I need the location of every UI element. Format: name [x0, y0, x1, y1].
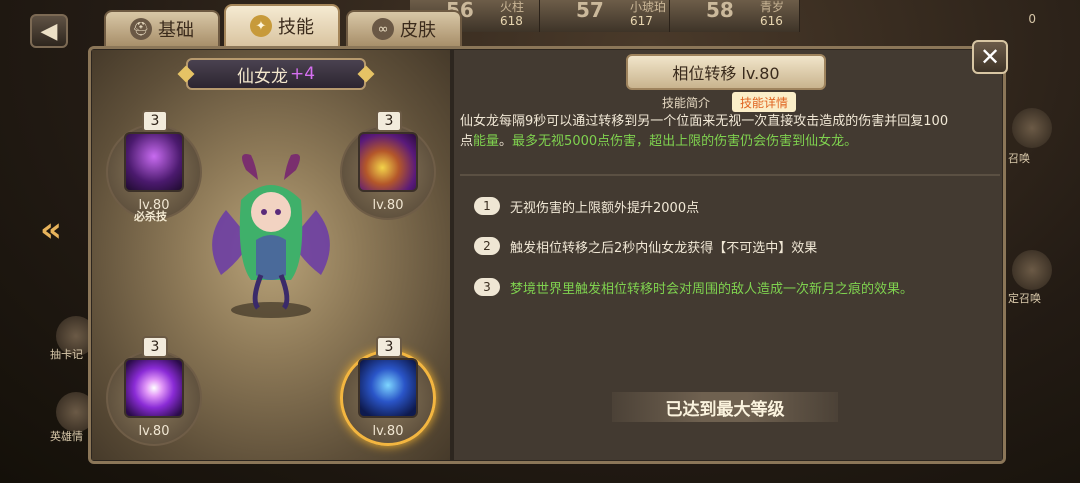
- rank-score: 616: [760, 14, 783, 28]
- close-button[interactable]: ✕: [972, 40, 1008, 74]
- upgrade-number: 3: [474, 278, 500, 296]
- purple-vine-icon: [124, 132, 184, 192]
- rank-score: 618: [500, 14, 523, 28]
- tab-label: 皮肤: [400, 20, 436, 41]
- max-level-label: 已达到最大等级: [612, 392, 838, 422]
- skill-star-icon: ✦: [250, 15, 272, 37]
- rank-number: 58: [706, 0, 734, 22]
- skill-slot[interactable]: 3 lv.80: [106, 110, 202, 220]
- rank-name: 火柱: [500, 0, 525, 14]
- hero-plus-level: +4: [289, 64, 316, 84]
- skill-title: 相位转移 lv.80: [626, 54, 826, 90]
- side-label: 定召唤: [1008, 292, 1041, 305]
- hero-figure: [212, 154, 330, 318]
- blue-spirit-icon: [358, 358, 418, 418]
- upgrade-text: 无视伤害的上限额外提升2000点: [510, 200, 700, 216]
- skill-level-badge: 3: [376, 336, 402, 358]
- description-line: 点能量。最多无视5000点伤害，超出上限的伤害仍会伤害到仙女龙。: [460, 134, 858, 149]
- tab-basic[interactable]: ⛑ 基础: [104, 10, 220, 48]
- rank-cell: 58 青岁 616: [670, 0, 800, 32]
- tab-skill[interactable]: ✦ 技能: [224, 4, 340, 48]
- skill-slot[interactable]: 3 lv.80: [106, 336, 202, 446]
- skin-mask-icon: ∞: [372, 18, 394, 40]
- purple-burst-icon: [124, 358, 184, 418]
- upgrade-text: 梦境世界里触发相位转移时会对周围的敌人造成一次新月之痕的效果。: [510, 281, 914, 297]
- upgrade-text: 触发相位转移之后2秒内仙女龙获得【不可选中】效果: [510, 240, 818, 256]
- skill-level: lv.80: [138, 424, 170, 439]
- cap-highlight: 最多无视5000点伤害，超出上限的伤害仍会伤害到仙女龙。: [512, 134, 858, 149]
- skill-level: lv.80: [138, 198, 170, 213]
- top-right-counter: 0: [1028, 12, 1036, 26]
- background-ranking-strip: 56 火柱 618 57 小琥珀 617 58 青岁 616: [410, 0, 930, 32]
- rank-cell: 57 小琥珀 617: [540, 0, 670, 32]
- upgrade-number: 1: [474, 197, 500, 215]
- side-label: 抽卡记: [50, 348, 83, 361]
- skill-slot[interactable]: 3 lv.80: [340, 110, 436, 220]
- skill-level-badge: 3: [142, 110, 168, 132]
- tab-skill-detail[interactable]: 技能详情: [732, 92, 797, 112]
- upgrade-number: 2: [474, 237, 500, 255]
- tab-label: 技能: [278, 17, 314, 38]
- hero-name-bar: 仙女龙 +4: [177, 58, 375, 90]
- golden-coins-icon: [358, 132, 418, 192]
- upgrade-item: 3 梦境世界里触发相位转移时会对周围的敌人造成一次新月之痕的效果。: [474, 277, 913, 297]
- fixed-summon-icon[interactable]: [1012, 250, 1052, 290]
- side-label: 召唤: [1008, 152, 1030, 165]
- skill-level-badge: 3: [142, 336, 168, 358]
- previous-hero-arrow-icon[interactable]: «: [40, 210, 62, 250]
- skill-level-badge: 3: [376, 110, 402, 132]
- back-button[interactable]: ◀: [30, 14, 68, 48]
- rank-score: 617: [630, 14, 653, 28]
- energy-keyword: 能量: [473, 134, 500, 149]
- summon-icon[interactable]: [1012, 108, 1052, 148]
- skill-slot-selected[interactable]: 3 lv.80: [340, 336, 436, 446]
- upgrade-item: 2 触发相位转移之后2秒内仙女龙获得【不可选中】效果: [474, 236, 817, 256]
- upgrade-item: 1 无视伤害的上限额外提升2000点: [474, 196, 699, 216]
- tab-label: 基础: [158, 20, 194, 41]
- rank-name: 青岁: [760, 0, 785, 14]
- rank-number: 57: [576, 0, 604, 22]
- tab-skill-intro[interactable]: 技能简介: [654, 92, 718, 112]
- side-label: 英雄情: [50, 430, 83, 443]
- tab-skin[interactable]: ∞ 皮肤: [346, 10, 462, 48]
- divider: [460, 174, 1000, 176]
- hero-name: 仙女龙: [236, 66, 288, 87]
- description-line: 仙女龙每隔9秒可以通过转移到另一个位面来无视一次直接攻击造成的伤害并回复100: [460, 114, 949, 129]
- skill-level: lv.80: [372, 424, 404, 439]
- rank-name: 小琥珀: [630, 0, 667, 14]
- skill-level: lv.80: [372, 198, 404, 213]
- helmet-icon: ⛑: [130, 18, 152, 40]
- skill-description: 仙女龙每隔9秒可以通过转移到另一个位面来无视一次直接攻击造成的伤害并回复100 …: [460, 112, 998, 152]
